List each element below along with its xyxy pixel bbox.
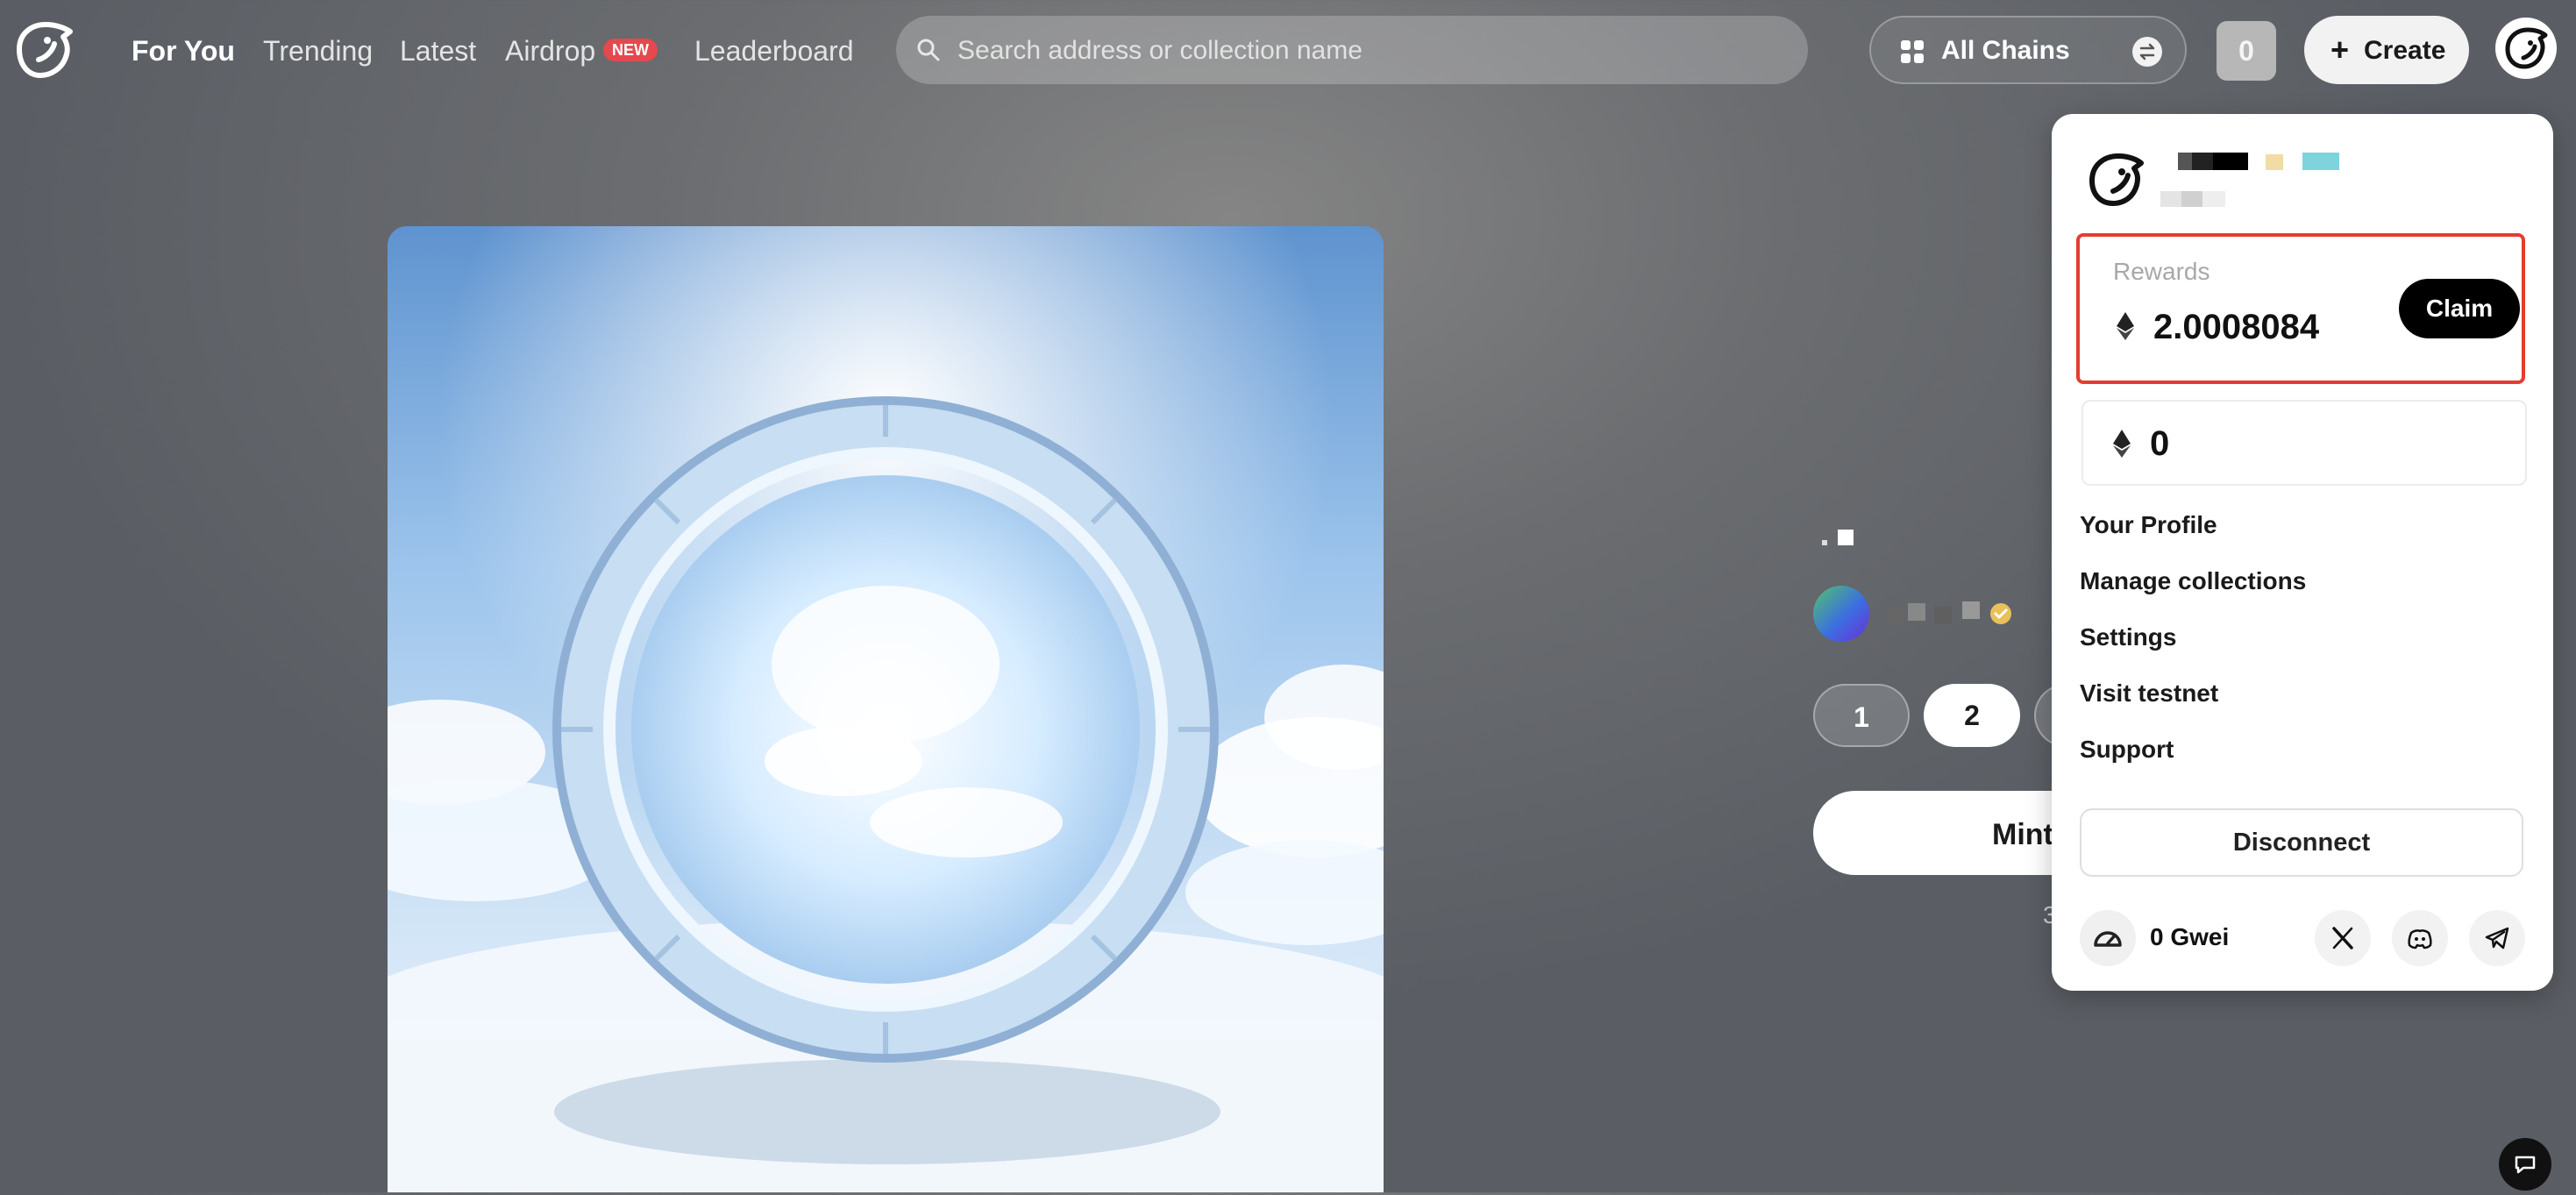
creator-name-redacted bbox=[1887, 607, 1904, 624]
username-redacted bbox=[2192, 153, 2213, 170]
chain-selector-label: All Chains bbox=[1941, 36, 2070, 65]
balance-amount: 0 bbox=[2150, 424, 2170, 463]
chat-support-icon[interactable] bbox=[2499, 1138, 2551, 1191]
search-input[interactable] bbox=[956, 16, 1783, 86]
creator-name-redacted bbox=[1934, 607, 1952, 624]
nav-airdrop[interactable]: Airdrop bbox=[505, 33, 595, 68]
grid-icon bbox=[1901, 40, 1924, 63]
quantity-option-1[interactable]: 1 bbox=[1813, 684, 1910, 747]
username-redacted bbox=[2302, 153, 2339, 170]
balance-box: 0 bbox=[2081, 400, 2527, 486]
bird-avatar-icon bbox=[2505, 27, 2548, 69]
verified-badge-icon bbox=[1990, 603, 2011, 624]
menu-settings[interactable]: Settings bbox=[2080, 622, 2176, 652]
creator-name-redacted bbox=[1962, 601, 1980, 619]
collection-title-fragment-square bbox=[1838, 530, 1854, 545]
nft-artwork[interactable] bbox=[388, 226, 1384, 1192]
mint-label: Mint bbox=[1992, 818, 2053, 851]
menu-visit-testnet[interactable]: Visit testnet bbox=[2080, 679, 2218, 708]
gas-price: 0 Gwei bbox=[2150, 923, 2230, 950]
create-label: Create bbox=[2364, 36, 2446, 65]
bird-logo-icon[interactable] bbox=[12, 19, 75, 79]
bird-avatar-icon bbox=[2089, 153, 2144, 206]
rewards-amount: 2.0008084 bbox=[2153, 308, 2320, 346]
profile-dropdown: Rewards 2.0008084 Claim 0 Your Profile M… bbox=[2052, 114, 2553, 991]
username-redacted bbox=[2213, 153, 2248, 170]
profile-avatar-button[interactable] bbox=[2495, 18, 2557, 79]
address-redacted bbox=[2181, 191, 2202, 207]
plus-icon: + bbox=[2330, 32, 2350, 68]
menu-support[interactable]: Support bbox=[2080, 735, 2174, 765]
nav-leaderboard[interactable]: Leaderboard bbox=[694, 33, 853, 68]
notification-count[interactable]: 0 bbox=[2217, 21, 2276, 81]
ethereum-icon bbox=[2113, 430, 2131, 458]
collection-title-fragment bbox=[1822, 540, 1827, 545]
menu-manage-collections[interactable]: Manage collections bbox=[2080, 566, 2306, 596]
username-redacted bbox=[2266, 154, 2283, 170]
x-icon[interactable] bbox=[2315, 910, 2371, 966]
create-button[interactable]: + Create bbox=[2304, 16, 2469, 84]
username-redacted bbox=[2178, 153, 2192, 170]
quantity-option-2[interactable]: 2 bbox=[1924, 684, 2020, 747]
creator-avatar[interactable] bbox=[1813, 586, 1869, 642]
top-nav: For You Trending Latest Airdrop NEW Lead… bbox=[0, 0, 2576, 101]
search-icon bbox=[917, 39, 940, 61]
search-bar[interactable] bbox=[896, 16, 1808, 86]
creator-name-redacted bbox=[1908, 603, 1925, 621]
gauge-icon bbox=[2080, 910, 2136, 966]
new-badge: NEW bbox=[603, 39, 658, 61]
swap-icon[interactable] bbox=[2132, 37, 2162, 67]
discord-icon[interactable] bbox=[2392, 910, 2448, 966]
address-redacted bbox=[2160, 191, 2181, 207]
nav-latest[interactable]: Latest bbox=[400, 33, 476, 68]
disconnect-button[interactable]: Disconnect bbox=[2080, 808, 2523, 877]
ethereum-icon bbox=[2117, 312, 2134, 340]
nav-trending[interactable]: Trending bbox=[263, 33, 373, 68]
menu-your-profile[interactable]: Your Profile bbox=[2080, 510, 2217, 540]
address-redacted bbox=[2202, 191, 2225, 207]
telegram-icon[interactable] bbox=[2469, 910, 2525, 966]
nav-for-you[interactable]: For You bbox=[132, 33, 235, 68]
rewards-box: Rewards 2.0008084 Claim bbox=[2076, 233, 2525, 384]
chain-selector[interactable]: All Chains bbox=[1869, 16, 2187, 84]
claim-button[interactable]: Claim bbox=[2399, 279, 2520, 338]
rewards-label: Rewards bbox=[2113, 258, 2210, 285]
